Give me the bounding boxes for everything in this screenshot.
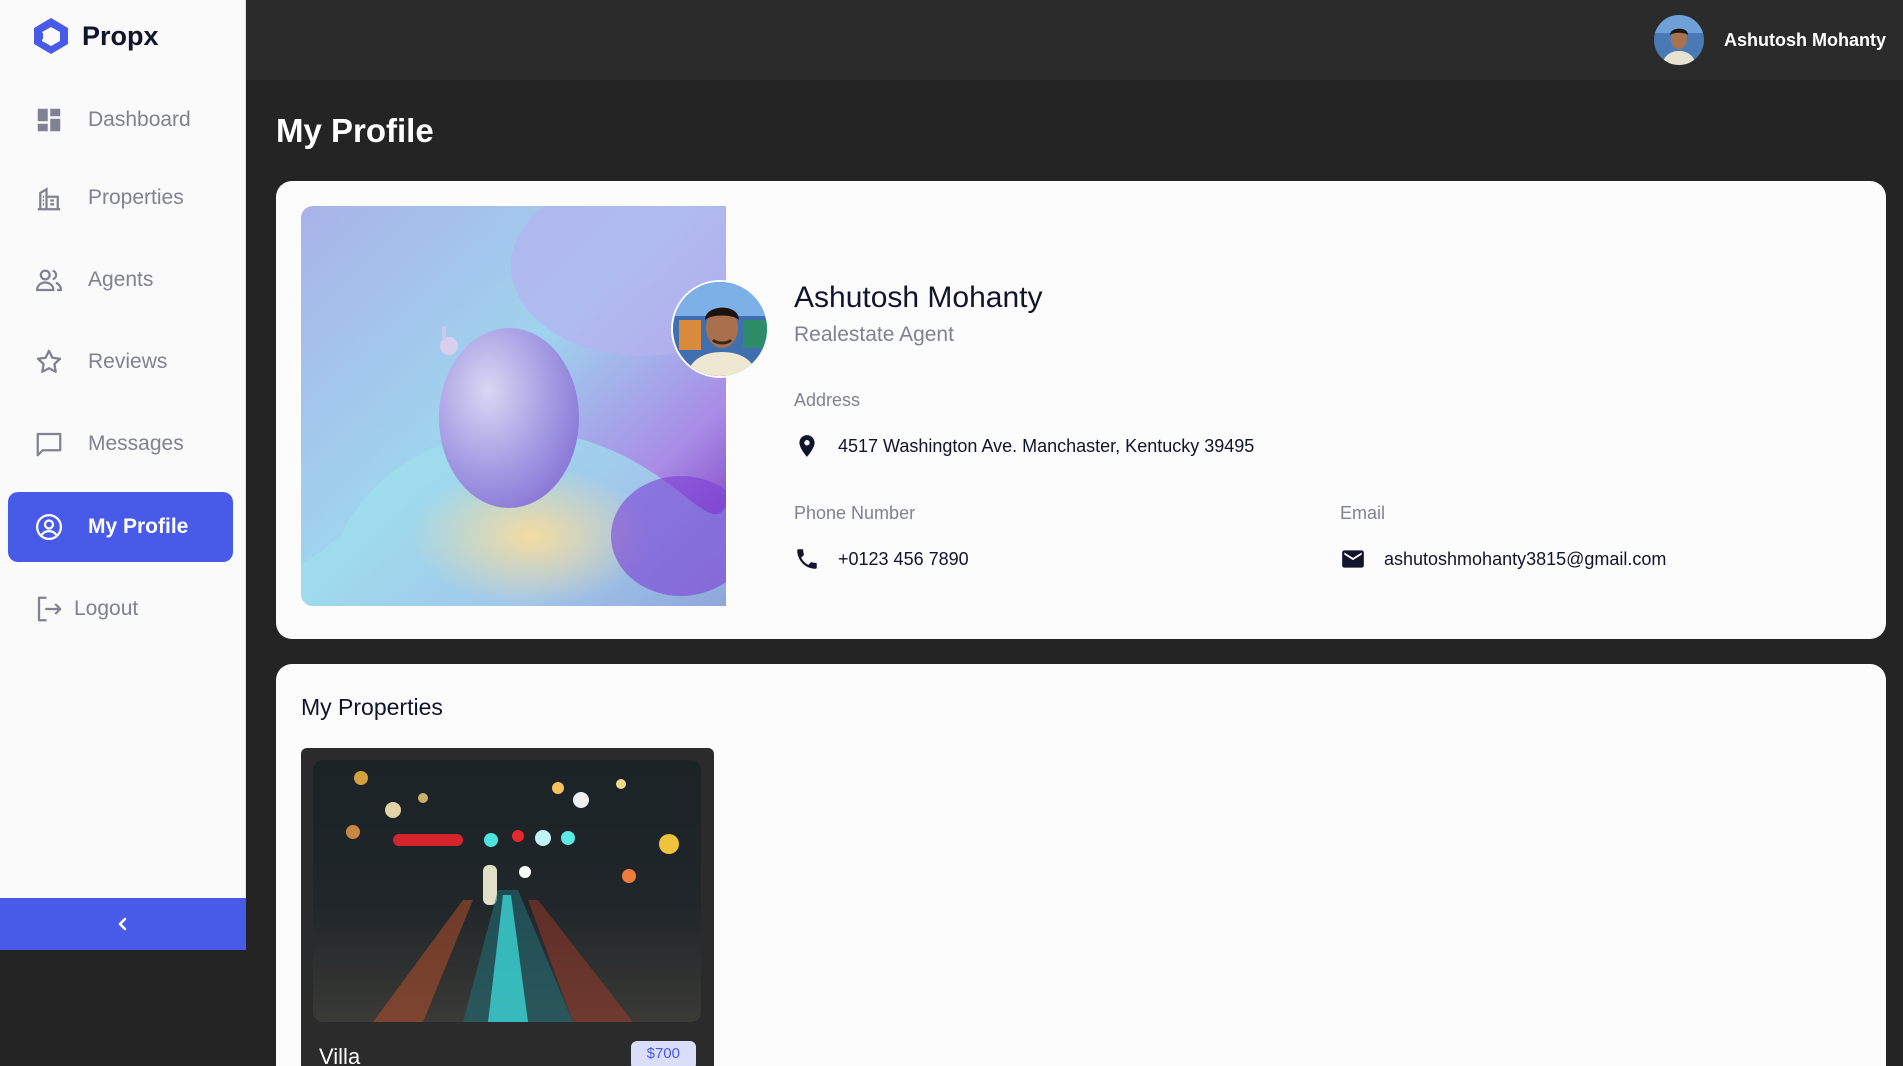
- header-user-name: Ashutosh Mohanty: [1724, 29, 1886, 50]
- message-icon: [36, 432, 62, 457]
- sidebar-item-logout[interactable]: Logout: [8, 574, 233, 644]
- location-pin-icon: [799, 435, 815, 457]
- phone-icon: [797, 549, 817, 569]
- email-value: ashutoshmohanty3815@gmail.com: [1340, 546, 1666, 572]
- property-card[interactable]: Villa $700: [301, 748, 714, 1066]
- phone-text[interactable]: +0123 456 7890: [838, 549, 969, 570]
- sidebar-item-my-profile[interactable]: My Profile: [8, 492, 233, 562]
- brand[interactable]: Propx: [30, 16, 159, 56]
- my-properties-card: My Properties Villa $700: [276, 664, 1886, 1066]
- user-menu[interactable]: Ashutosh Mohanty: [1654, 14, 1886, 66]
- email-text[interactable]: ashutoshmohanty3815@gmail.com: [1384, 549, 1666, 570]
- sidebar-item-label: My Profile: [88, 515, 189, 538]
- sidebar-item-dashboard[interactable]: Dashboard: [8, 85, 233, 155]
- sidebar: Propx Dashboard Properties Agents Review…: [0, 0, 246, 950]
- propx-logo-icon: [34, 18, 68, 54]
- profile-icon: [36, 514, 62, 540]
- avatar[interactable]: [1654, 15, 1704, 65]
- sidebar-item-label: Dashboard: [88, 108, 191, 131]
- star-icon: [36, 349, 62, 373]
- phone-value: +0123 456 7890: [794, 546, 969, 572]
- sidebar-item-properties[interactable]: Properties: [8, 163, 233, 233]
- sidebar-item-agents[interactable]: Agents: [8, 245, 233, 315]
- sidebar-item-reviews[interactable]: Reviews: [8, 327, 233, 397]
- sidebar-collapse-button[interactable]: [0, 898, 246, 950]
- sidebar-item-label: Agents: [88, 268, 154, 291]
- address-text: 4517 Washington Ave. Manchaster, Kentuck…: [838, 435, 1255, 456]
- phone-label: Phone Number: [794, 503, 916, 523]
- logout-icon: [37, 596, 62, 622]
- property-image: [313, 760, 701, 1022]
- profile-avatar: [671, 280, 769, 378]
- sidebar-item-label: Properties: [88, 186, 184, 209]
- property-name: Villa: [319, 1044, 361, 1066]
- address-value: 4517 Washington Ave. Manchaster, Kentuck…: [794, 433, 1254, 459]
- properties-icon: [37, 187, 61, 211]
- chevron-left-icon: [118, 917, 127, 931]
- profile-name: Ashutosh Mohanty: [794, 281, 1043, 314]
- sidebar-item-label: Messages: [88, 432, 184, 455]
- brand-name: Propx: [82, 20, 159, 51]
- address-label: Address: [794, 390, 861, 410]
- profile-cover-image: [301, 206, 726, 606]
- dashboard-icon: [37, 108, 61, 132]
- property-price-badge: $700: [630, 1041, 696, 1066]
- section-title: My Properties: [301, 694, 443, 720]
- profile-role: Realestate Agent: [794, 323, 954, 346]
- page-title: My Profile: [276, 112, 434, 149]
- sidebar-item-label: Reviews: [88, 350, 168, 373]
- sidebar-item-label: Logout: [74, 597, 139, 620]
- sidebar-item-messages[interactable]: Messages: [8, 409, 233, 479]
- top-bar: Ashutosh Mohanty: [246, 0, 1903, 80]
- agents-icon: [35, 269, 63, 292]
- email-label: Email: [1340, 503, 1386, 523]
- profile-card: Ashutosh Mohanty Realestate Agent Addres…: [276, 181, 1886, 639]
- mail-icon: [1342, 550, 1364, 568]
